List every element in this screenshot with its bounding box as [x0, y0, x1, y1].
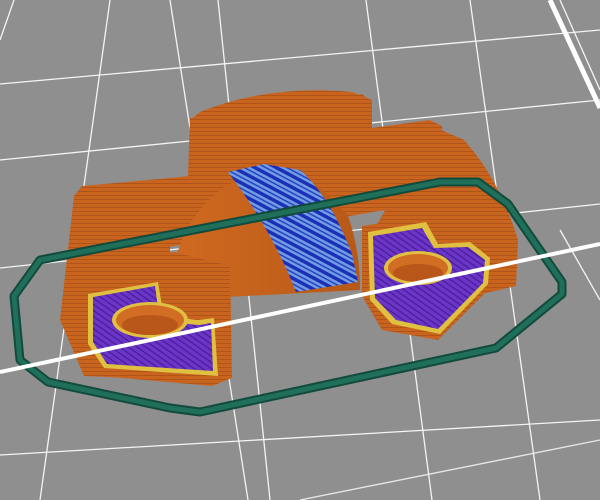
- bed-grid-bottom-line: [299, 439, 600, 500]
- bed-edge-line: [547, 0, 600, 110]
- gcode-preview-viewport[interactable]: [0, 0, 600, 500]
- sliced-model-icon[interactable]: [60, 90, 518, 386]
- preview-canvas[interactable]: [0, 0, 600, 500]
